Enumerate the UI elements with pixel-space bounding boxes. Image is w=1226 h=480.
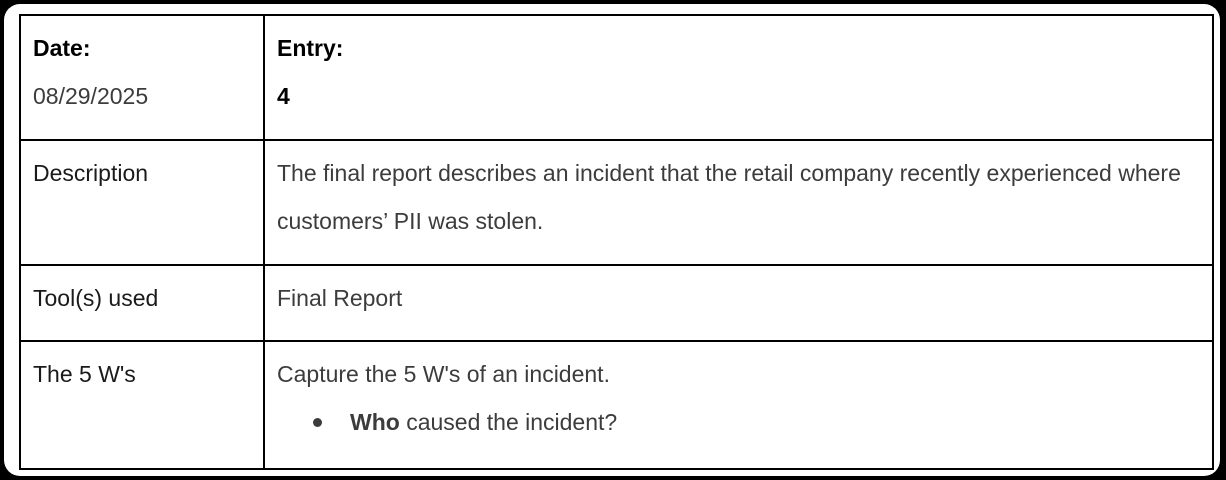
description-text: The final report describes an incident t… <box>277 160 1181 234</box>
five-ws-value-cell: Capture the 5 W's of an incident. Who ca… <box>263 340 1214 470</box>
date-value: 08/29/2025 <box>33 83 149 109</box>
date-cell: Date: 08/29/2025 <box>19 14 265 141</box>
description-value-cell: The final report describes an incident t… <box>263 139 1214 266</box>
five-ws-item-bold: Who <box>350 409 400 435</box>
bullet-icon <box>313 418 322 427</box>
entry-value: 4 <box>277 83 290 109</box>
description-row: Description The final report describes a… <box>19 139 1214 266</box>
description-label-cell: Description <box>19 139 265 266</box>
five-ws-label-cell: The 5 W's <box>19 340 265 470</box>
page: Date: 08/29/2025 Entry: 4 Description Th… <box>0 0 1226 480</box>
five-ws-label: The 5 W's <box>33 361 136 387</box>
tools-label-cell: Tool(s) used <box>19 264 265 342</box>
entry-cell: Entry: 4 <box>263 14 1214 141</box>
tools-label: Tool(s) used <box>33 285 159 311</box>
tools-text: Final Report <box>277 285 403 311</box>
five-ws-item-text: caused the incident? <box>399 409 618 435</box>
list-item: Who caused the incident? <box>313 398 1200 446</box>
incident-log-table: Date: 08/29/2025 Entry: 4 Description Th… <box>19 14 1214 470</box>
header-row: Date: 08/29/2025 Entry: 4 <box>19 14 1214 141</box>
five-ws-row: The 5 W's Capture the 5 W's of an incide… <box>19 340 1214 470</box>
tools-row: Tool(s) used Final Report <box>19 264 1214 342</box>
date-label: Date: <box>33 35 91 61</box>
entry-label: Entry: <box>277 35 344 61</box>
five-ws-intro: Capture the 5 W's of an incident. <box>277 361 610 387</box>
description-label: Description <box>33 160 149 186</box>
tools-value-cell: Final Report <box>263 264 1214 342</box>
five-ws-list: Who caused the incident? <box>277 398 1200 446</box>
document-sheet: Date: 08/29/2025 Entry: 4 Description Th… <box>4 4 1220 476</box>
